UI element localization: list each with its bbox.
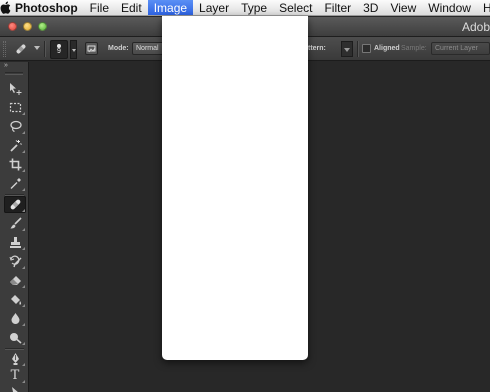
lasso-tool[interactable]: [4, 118, 26, 135]
tools-panel: » T: [0, 62, 29, 392]
menu-3d[interactable]: 3D: [357, 0, 384, 15]
tool-flyout-indicator: [22, 363, 25, 366]
eraser-tool[interactable]: [4, 272, 26, 289]
menu-image[interactable]: Image: [147, 0, 194, 15]
path-selection-tool[interactable]: [4, 384, 26, 392]
aligned-label: Aligned: [374, 45, 400, 52]
menu-layer[interactable]: Layer: [193, 0, 235, 15]
brush-tool[interactable]: [4, 215, 26, 232]
mode-label: Mode:: [108, 45, 129, 52]
tool-flyout-indicator: [22, 342, 25, 345]
minimize-window-button[interactable]: [23, 22, 32, 31]
type-tool[interactable]: T: [4, 367, 26, 384]
tool-flyout-indicator: [22, 285, 25, 288]
history-brush-icon: [9, 255, 21, 268]
magic-wand-icon: [9, 140, 22, 152]
bandage-icon: [10, 199, 20, 210]
tool-flyout-indicator: [22, 188, 25, 191]
move-tool[interactable]: [4, 80, 26, 97]
magic-wand-tool[interactable]: [4, 137, 26, 154]
brush-size-picker[interactable]: 9: [50, 40, 68, 59]
bandage-icon: [16, 44, 26, 54]
zoom-window-button[interactable]: [38, 22, 47, 31]
brush-panel-icon: [87, 45, 96, 53]
healing-brush-tool[interactable]: [4, 196, 26, 213]
marquee-icon: [9, 102, 21, 113]
tool-flyout-indicator: [22, 266, 25, 269]
pen-tool[interactable]: [4, 350, 26, 367]
tool-flyout-indicator: [22, 380, 25, 383]
menu-bar: Photoshop File Edit Image Layer Type Sel…: [0, 0, 490, 16]
pen-icon: [11, 353, 19, 365]
tool-flyout-indicator: [22, 304, 25, 307]
sample-label: Sample:: [401, 45, 427, 52]
options-divider: [44, 41, 45, 57]
tool-preset-picker[interactable]: [15, 43, 27, 55]
eraser-icon: [9, 276, 21, 285]
marquee-tool[interactable]: [4, 99, 26, 116]
menu-filter[interactable]: Filter: [318, 0, 357, 15]
blur-tool[interactable]: [4, 310, 26, 327]
app-name-menu[interactable]: Photoshop: [11, 0, 84, 15]
lasso-icon: [9, 120, 22, 133]
apple-icon: [0, 1, 11, 14]
eyedropper-tool[interactable]: [4, 175, 26, 192]
menu-edit[interactable]: Edit: [115, 0, 148, 15]
window-title: Adob: [461, 20, 490, 34]
tool-flyout-indicator: [22, 169, 25, 172]
dodge-tool[interactable]: [4, 329, 26, 346]
path-selection-icon: [11, 387, 18, 392]
pattern-label: ttern:: [308, 45, 326, 52]
tool-flyout-indicator: [22, 131, 25, 134]
options-bar-grip[interactable]: [3, 41, 6, 57]
tool-group-divider: [5, 194, 24, 195]
stamp-icon: [9, 237, 21, 248]
tool-flyout-indicator: [22, 112, 25, 115]
menu-file[interactable]: File: [84, 0, 115, 15]
menu-type[interactable]: Type: [235, 0, 273, 15]
tool-flyout-indicator: [22, 247, 25, 250]
paint-bucket-tool[interactable]: [4, 291, 26, 308]
crop-tool[interactable]: [4, 156, 26, 173]
tool-group-divider: [5, 348, 24, 349]
collapse-panel-icon[interactable]: »: [4, 62, 8, 70]
crop-icon: [9, 158, 21, 171]
close-window-button[interactable]: [8, 22, 17, 31]
aligned-checkbox[interactable]: [362, 44, 371, 53]
type-icon: T: [10, 368, 20, 383]
clone-stamp-tool[interactable]: [4, 234, 26, 251]
pattern-picker[interactable]: [341, 41, 353, 57]
menu-window[interactable]: Window: [422, 0, 477, 15]
history-brush-tool[interactable]: [4, 253, 26, 270]
brush-icon: [10, 217, 22, 229]
tools-panel-grip[interactable]: [5, 72, 23, 75]
image-menu-dropdown[interactable]: [162, 16, 308, 360]
options-divider: [357, 41, 358, 57]
tool-flyout-indicator: [22, 228, 25, 231]
move-icon: [9, 83, 21, 95]
dodge-icon: [9, 333, 22, 344]
tool-preset-arrow-icon[interactable]: [34, 46, 40, 50]
menu-help[interactable]: He: [477, 0, 490, 15]
sample-select[interactable]: Current Layer: [431, 42, 490, 55]
brush-size-value: 9: [57, 48, 61, 55]
tool-flyout-indicator: [22, 209, 25, 212]
apple-menu[interactable]: [0, 0, 11, 15]
paint-bucket-icon: [10, 295, 21, 305]
tool-flyout-indicator: [22, 150, 25, 153]
menu-view[interactable]: View: [384, 0, 422, 15]
blur-drop-icon: [11, 313, 19, 324]
brush-panel-toggle-button[interactable]: [85, 42, 98, 55]
eyedropper-icon: [10, 178, 21, 189]
brush-picker-arrow[interactable]: [70, 40, 77, 59]
mode-select[interactable]: Normal: [132, 42, 164, 55]
tool-flyout-indicator: [22, 323, 25, 326]
menu-select[interactable]: Select: [273, 0, 318, 15]
